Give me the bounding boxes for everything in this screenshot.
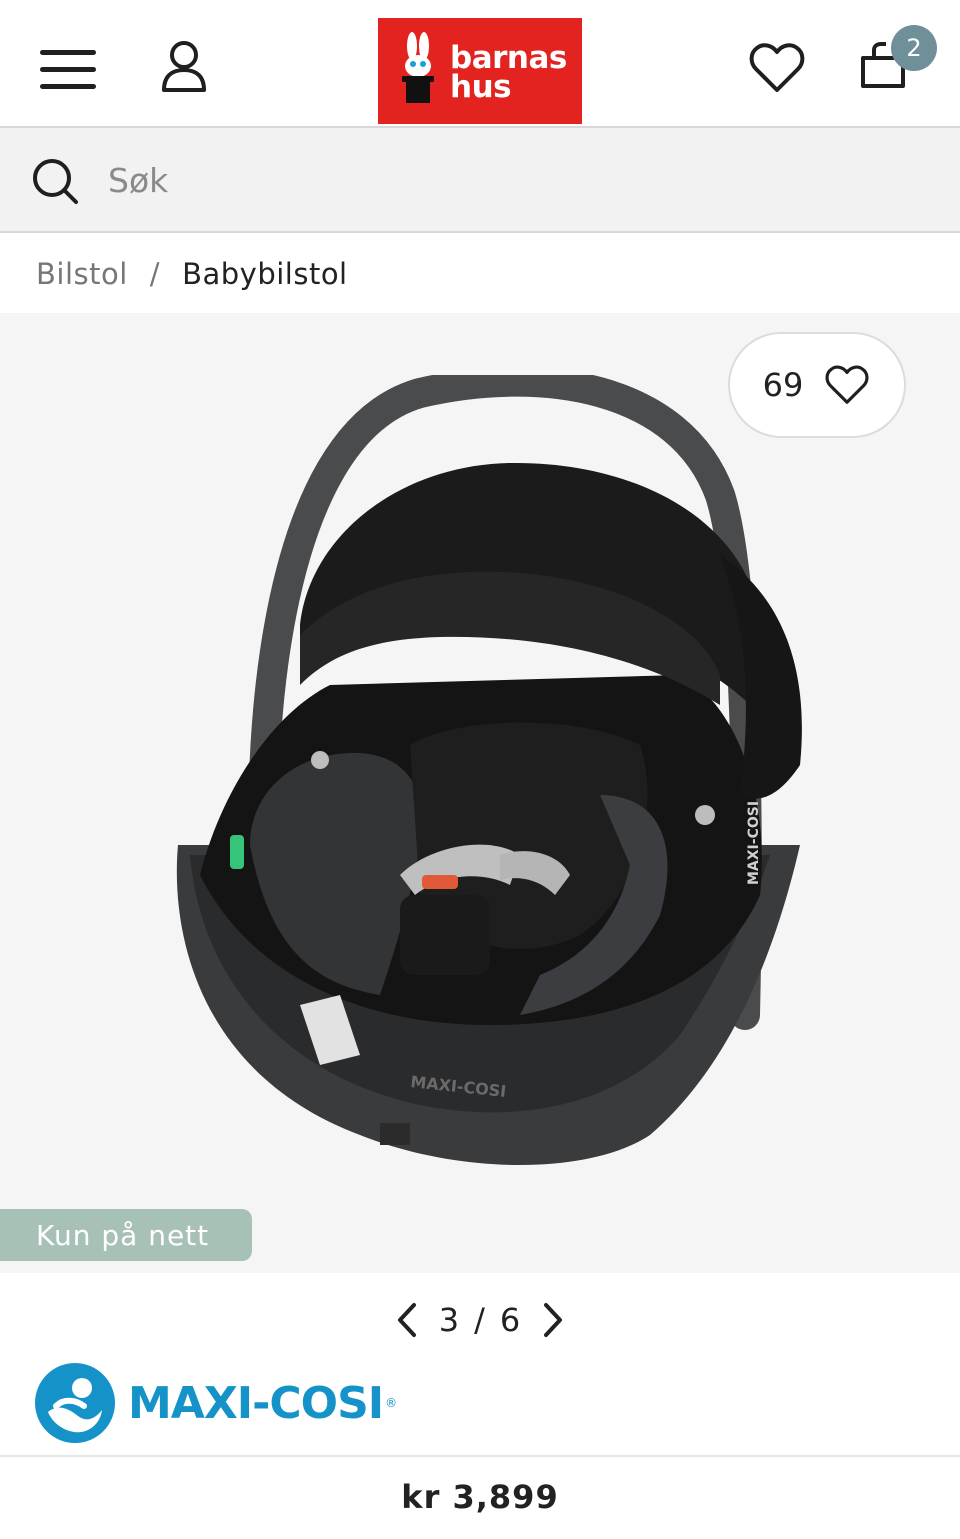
menu-button[interactable] xyxy=(38,48,100,94)
breadcrumb-item-babybilstol[interactable]: Babybilstol xyxy=(182,257,348,291)
next-image-button[interactable] xyxy=(536,1300,570,1340)
rabbit-hat-logo-icon xyxy=(378,18,448,124)
breadcrumb-separator: / xyxy=(149,257,161,291)
pager-separator: / xyxy=(474,1301,486,1339)
current-image-index: 3 xyxy=(438,1301,461,1339)
handle-brand-text: MAXI-COSI xyxy=(746,801,762,885)
chevron-right-icon xyxy=(544,1303,562,1337)
maxi-cosi-logo-icon xyxy=(35,1363,115,1443)
online-only-badge: Kun på nett xyxy=(0,1209,252,1261)
breadcrumb: Bilstol / Babybilstol xyxy=(36,252,348,296)
image-pager: 3 / 6 xyxy=(390,1296,570,1344)
product-image-car-seat[interactable]: MAXI-COSI MAXI-COSI xyxy=(160,375,840,1185)
site-logo[interactable]: barnas hus xyxy=(378,18,582,124)
wishlist-button[interactable] xyxy=(748,40,806,96)
previous-image-button[interactable] xyxy=(390,1300,424,1340)
account-button[interactable] xyxy=(158,38,210,96)
chevron-left-icon xyxy=(398,1303,416,1337)
search-icon[interactable] xyxy=(30,156,80,206)
search-input[interactable] xyxy=(106,150,926,210)
image-counter: 3 / 6 xyxy=(439,1301,522,1339)
divider xyxy=(0,1455,960,1457)
site-header: barnas hus 2 xyxy=(0,0,960,126)
logo-text-line2: hus xyxy=(450,69,512,105)
cart-count-badge: 2 xyxy=(891,25,937,71)
search-bar xyxy=(0,126,960,233)
brand-registered-mark: ® xyxy=(385,1396,398,1410)
menu-icon-bar xyxy=(40,50,96,55)
menu-icon-bar xyxy=(40,84,96,89)
brand-link[interactable]: MAXI-COSI ® xyxy=(34,1362,434,1444)
breadcrumb-item-bilstol[interactable]: Bilstol xyxy=(36,257,128,291)
heart-icon xyxy=(749,43,805,92)
menu-icon-bar xyxy=(40,67,96,72)
brand-name: MAXI-COSI xyxy=(128,1377,384,1429)
product-price: kr 3,899 xyxy=(401,1478,559,1516)
total-images: 6 xyxy=(499,1301,522,1339)
user-icon xyxy=(162,41,206,92)
